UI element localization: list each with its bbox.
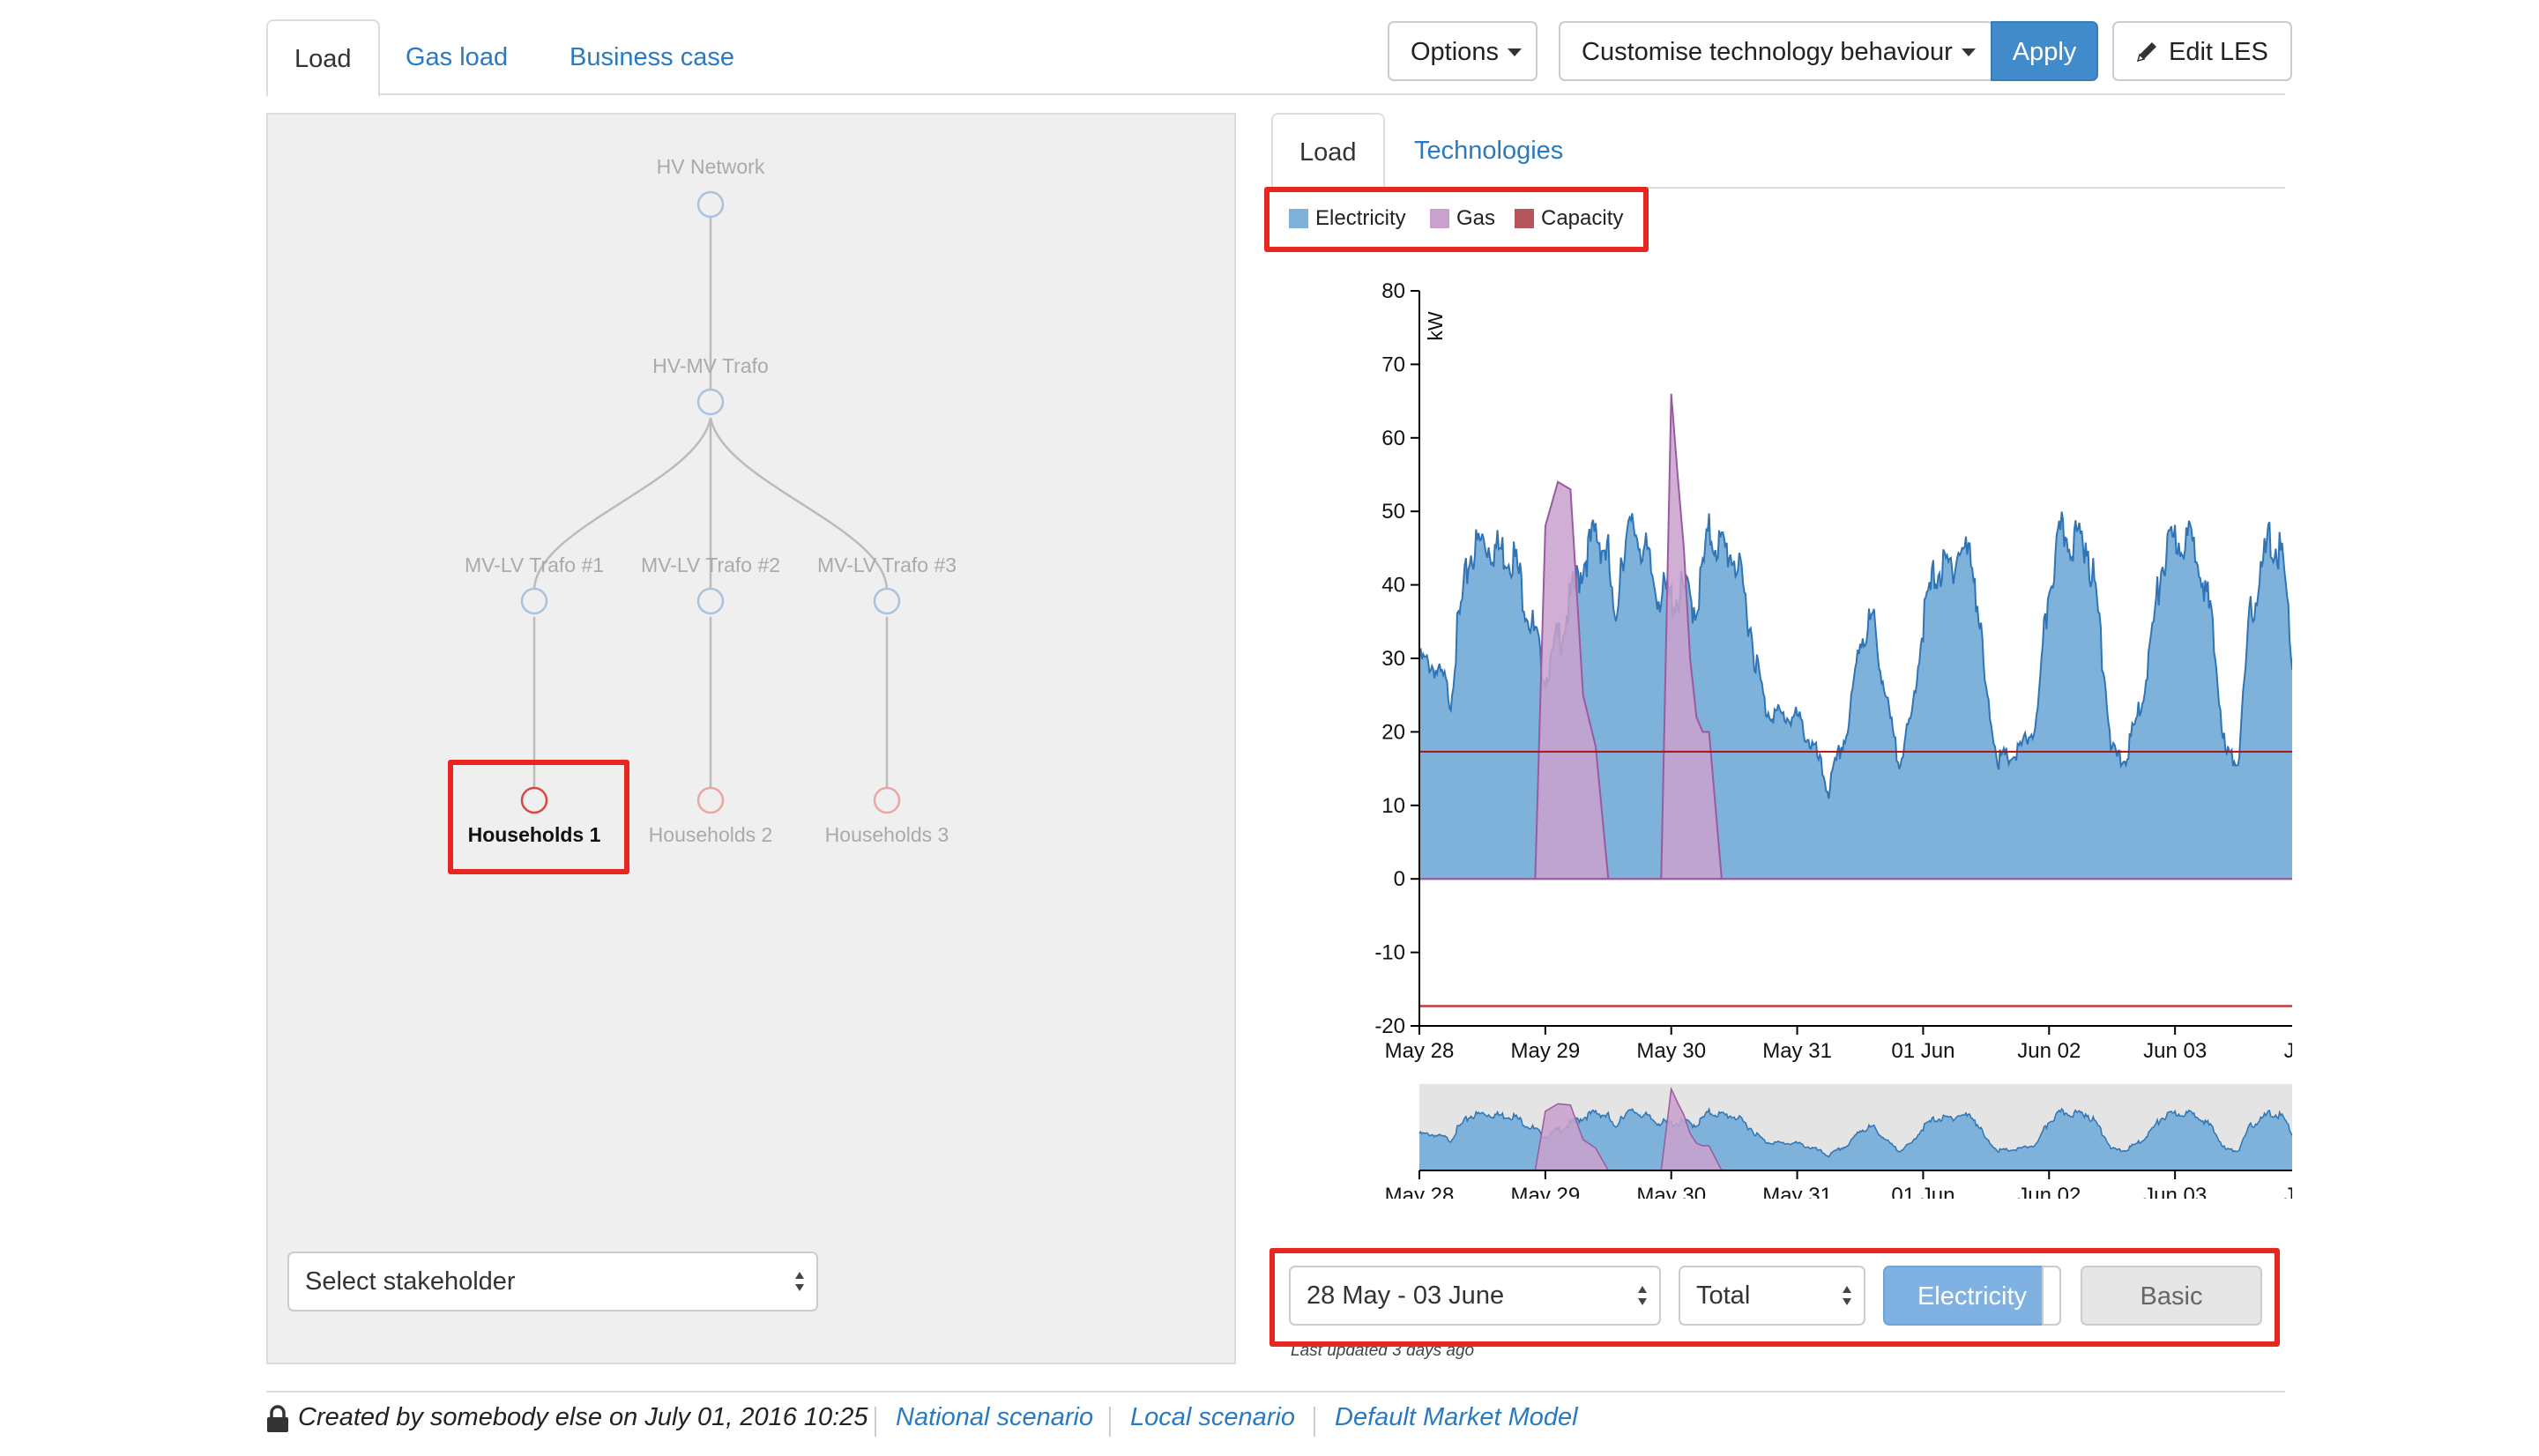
tab-business-case[interactable]: Business case: [543, 19, 761, 93]
overview-brush-chart[interactable]: May 28 May 29 May 30 May 31 01 Jun Jun 02 Jun …: [1322, 1058, 2292, 1199]
x-tick-label: May 28: [1385, 1184, 1455, 1199]
apply-button[interactable]: Apply: [1991, 21, 2098, 81]
load-chart: May 28 May 29 May 30 May 31 01 Jun Jun 02 Jun …: [1374, 279, 2292, 1063]
node-mv-lv-trafo-2[interactable]: [696, 587, 725, 615]
caret-down-icon: [1961, 48, 1976, 56]
y-tick-label: 30: [1381, 647, 1405, 671]
x-tick-label: Jun 02: [2017, 1184, 2081, 1199]
node-label-mv-lv-trafo-1: MV-LV Trafo #1: [464, 553, 605, 576]
stakeholder-select[interactable]: Select stakeholder: [287, 1252, 818, 1311]
node-mv-lv-trafo-1[interactable]: [520, 587, 548, 615]
footer-separator: [1314, 1407, 1315, 1437]
highlight-legend: [1264, 187, 1649, 252]
footer-separator: [875, 1407, 876, 1437]
x-tick-label: 01 Jun: [1891, 1184, 1955, 1199]
x-tick-label: May 30: [1636, 1184, 1706, 1199]
y-tick-label: -20: [1374, 1014, 1405, 1038]
x-tick-label: May 31: [1762, 1184, 1832, 1199]
local-scenario-link[interactable]: Local scenario: [1130, 1403, 1295, 1432]
highlight-controls: [1270, 1248, 2280, 1347]
node-mv-lv-trafo-3[interactable]: [873, 587, 901, 615]
node-label-hv-network: HV Network: [656, 155, 765, 178]
x-tick-label: Jun 03: [2143, 1184, 2207, 1199]
caret-down-icon: [1507, 48, 1522, 56]
node-households-3[interactable]: [873, 786, 901, 814]
stakeholder-select-value: Select stakeholder: [305, 1267, 516, 1296]
y-tick-label: 10: [1381, 794, 1405, 818]
tab-gas-load[interactable]: Gas load: [379, 19, 534, 93]
select-arrows-icon: [795, 1272, 804, 1291]
node-hv-network[interactable]: [696, 190, 725, 219]
customise-technology-button[interactable]: Customise technology behaviour: [1559, 21, 1994, 81]
highlight-selected-node: [448, 760, 629, 874]
y-tick-label: 60: [1381, 427, 1405, 450]
node-label-households-2: Households 2: [648, 823, 773, 846]
y-tick-label: 50: [1381, 500, 1405, 524]
y-tick-label: 40: [1381, 574, 1405, 598]
y-tick-label: 70: [1381, 353, 1405, 376]
edit-les-label: Edit LES: [2169, 38, 2268, 66]
created-by-text: Created by somebody else on July 01, 201…: [298, 1403, 868, 1431]
node-hv-mv-trafo[interactable]: [696, 388, 725, 416]
x-tick-label: Jun: [2284, 1184, 2292, 1199]
customise-label: Customise technology behaviour: [1582, 38, 1953, 66]
node-households-2[interactable]: [696, 786, 725, 814]
tab-load[interactable]: Load: [266, 19, 380, 97]
lock-icon: [267, 1405, 288, 1432]
node-label-mv-lv-trafo-2: MV-LV Trafo #2: [640, 553, 781, 576]
y-tick-label: 0: [1394, 867, 1405, 891]
y-axis-label: kW: [1424, 311, 1447, 341]
options-label: Options: [1411, 38, 1499, 66]
edit-les-button[interactable]: Edit LES: [2112, 21, 2292, 81]
y-tick-label: -10: [1374, 941, 1405, 965]
footer-divider: [266, 1391, 2285, 1393]
node-label-households-3: Households 3: [824, 823, 949, 846]
options-button[interactable]: Options: [1388, 21, 1538, 81]
tab-technologies[interactable]: Technologies: [1388, 113, 1590, 187]
y-tick-label: 20: [1381, 720, 1405, 744]
x-tick-label: May 29: [1511, 1184, 1581, 1199]
node-label-mv-lv-trafo-3: MV-LV Trafo #3: [816, 553, 957, 576]
footer-separator: [1109, 1407, 1111, 1437]
network-tree: [520, 190, 901, 814]
chart-tab-bar: Load Technologies: [1271, 113, 2285, 190]
node-label-hv-mv-trafo: HV-MV Trafo: [652, 354, 769, 377]
national-scenario-link[interactable]: National scenario: [896, 1403, 1093, 1432]
tab-chart-load[interactable]: Load: [1271, 113, 1385, 190]
y-tick-label: 80: [1381, 279, 1405, 303]
default-market-model-link[interactable]: Default Market Model: [1335, 1403, 1578, 1432]
pencil-icon: [2136, 42, 2156, 63]
